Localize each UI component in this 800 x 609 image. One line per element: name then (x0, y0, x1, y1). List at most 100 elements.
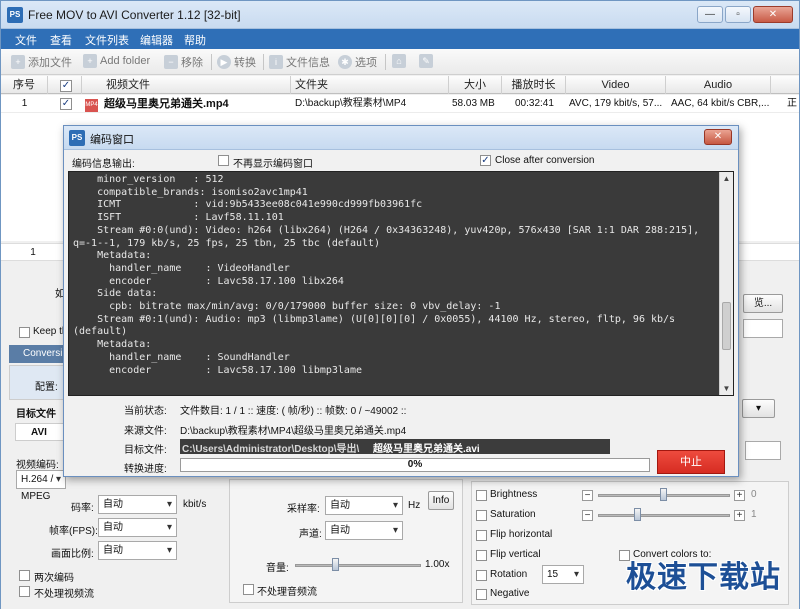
saturation-handle[interactable] (634, 508, 641, 521)
table-row[interactable]: 1 ✓ MP4 超级马里奥兄弟通关.mp4 D:\backup\教程素材\MP4… (1, 95, 799, 113)
column-video-file[interactable]: 视频文件 (82, 76, 291, 94)
brightness-handle[interactable] (660, 488, 667, 501)
aspect-select[interactable]: 自动 (98, 541, 177, 560)
saturation-plus[interactable]: + (734, 510, 745, 521)
close-after-label: Close after conversion (495, 155, 595, 166)
menu-file[interactable]: 文件 (15, 32, 37, 48)
bitrate-unit: kbit/s (183, 499, 207, 510)
bitrate-select[interactable]: 自动 (98, 495, 177, 514)
brightness-label: Brightness (490, 489, 538, 500)
saturation-checkbox[interactable] (476, 510, 487, 521)
remove-button[interactable]: − 移除 (164, 54, 203, 70)
two-pass-checkbox[interactable] (19, 570, 30, 581)
avi-tab[interactable]: AVI (15, 423, 65, 441)
no-audio-checkbox[interactable] (243, 584, 254, 595)
add-folder-button[interactable]: + Add folder (83, 54, 150, 68)
brightness-checkbox[interactable] (476, 490, 487, 501)
brightness-plus[interactable]: + (734, 490, 745, 501)
browse-button[interactable]: 览... (743, 294, 783, 313)
scrollbar-thumb[interactable] (722, 302, 731, 350)
encoding-console[interactable]: minor_version : 512 compatible_brands: i… (68, 171, 734, 396)
row-checkbox[interactable]: ✓ (60, 95, 72, 113)
no-video-checkbox[interactable] (19, 586, 30, 597)
menu-bar: 文件 查看 文件列表 编辑器 帮助 (1, 29, 799, 49)
close-button[interactable]: ✕ (753, 6, 793, 23)
rotation-select[interactable]: 15 (542, 565, 584, 584)
side-field[interactable] (745, 441, 781, 460)
convert-button[interactable]: ▶ 转换 (217, 54, 256, 70)
scroll-down-icon[interactable]: ▼ (720, 382, 733, 395)
column-audio[interactable]: Audio (666, 76, 771, 94)
fps-select[interactable]: 自动 (98, 518, 177, 537)
negative-label: Negative (490, 588, 530, 599)
column-index[interactable]: 序号 (1, 76, 48, 94)
saturation-label: Saturation (490, 509, 536, 520)
output-field[interactable] (743, 319, 783, 338)
scroll-up-icon[interactable]: ▲ (720, 172, 733, 185)
conversion-tab[interactable]: Conversi (9, 345, 69, 363)
dialog-close-button[interactable]: ✕ (704, 129, 732, 145)
toolbar: + 添加文件 + Add folder − 移除 ▶ 转换 i 文件信息 ✱ 选项 ⌂ ✎ (1, 49, 799, 75)
brightness-minus[interactable]: − (582, 490, 593, 501)
no-video-label: 不处理视频流 (34, 589, 94, 600)
row-extra: 正 (787, 98, 797, 109)
maximize-button[interactable]: ▫ (725, 6, 751, 23)
video-codec-select[interactable]: H.264 / MPEG (16, 470, 66, 502)
menu-view[interactable]: 查看 (50, 32, 72, 48)
flip-horizontal-checkbox[interactable] (476, 530, 487, 541)
channels-select[interactable]: 自动 (325, 521, 403, 540)
menu-editor[interactable]: 编辑器 (140, 32, 173, 48)
rotation-checkbox[interactable] (476, 570, 487, 581)
menu-help[interactable]: 帮助 (184, 32, 206, 48)
options-button[interactable]: ✱ 选项 (338, 54, 377, 70)
column-video[interactable]: Video (566, 76, 666, 94)
column-duration[interactable]: 播放时长 (502, 76, 566, 94)
add-file-button[interactable]: + 添加文件 (11, 54, 72, 70)
source-value: D:\backup\教程素材\MP4\超级马里奥兄弟通关.mp4 (180, 426, 407, 437)
menu-file-list[interactable]: 文件列表 (85, 32, 129, 48)
hide-window-checkbox[interactable] (218, 155, 229, 166)
dialog-options-row: 编码信息输出: 不再显示编码窗口 ✓ Close after conversio… (64, 151, 738, 171)
flip-vertical-checkbox[interactable] (476, 550, 487, 561)
encoding-dialog: PS 编码窗口 ✕ 编码信息输出: 不再显示编码窗口 ✓ Close after… (63, 125, 739, 477)
video-file-icon: MP4 (85, 95, 99, 113)
select-all-checkbox[interactable]: ✓ (60, 80, 72, 92)
volume-slider-handle[interactable] (332, 558, 339, 571)
file-info-button[interactable]: i 文件信息 (269, 54, 330, 70)
rotation-label: Rotation (490, 569, 528, 580)
keep-checkbox[interactable] (19, 327, 30, 338)
stop-button[interactable]: 中止 (657, 450, 725, 474)
info-button[interactable]: Info (428, 491, 454, 510)
console-scrollbar[interactable]: ▲ ▼ (719, 172, 733, 395)
column-check[interactable]: ✓ (48, 76, 82, 94)
target-label: 目标文件 (16, 409, 56, 420)
minimize-button[interactable]: — (697, 6, 723, 23)
source-label: 来源文件: (124, 426, 167, 437)
column-size[interactable]: 大小 (449, 76, 502, 94)
config-dropdown[interactable]: ▾ (742, 399, 775, 418)
two-pass-label: 两次编码 (34, 573, 74, 584)
fps-label: 帧率(FPS): (49, 526, 98, 537)
saturation-minus[interactable]: − (582, 510, 593, 521)
status-label: 当前状态: (124, 406, 167, 417)
column-folder[interactable]: 文件夹 (291, 76, 449, 94)
info-icon: i (269, 55, 283, 69)
no-audio-label: 不处理音频流 (257, 587, 317, 598)
close-after-checkbox[interactable]: ✓ (480, 155, 491, 166)
samplerate-unit: Hz (408, 500, 421, 511)
dialog-app-icon: PS (69, 130, 85, 146)
dialog-title-bar: PS 编码窗口 ✕ (64, 126, 738, 150)
pin-button[interactable]: ✎ (419, 54, 433, 68)
progress-label: 转换进度: (124, 464, 167, 475)
saturation-slider[interactable] (598, 514, 730, 517)
file-table-header: 序号 ✓ 视频文件 文件夹 大小 播放时长 Video Audio (1, 76, 799, 94)
negative-checkbox[interactable] (476, 589, 487, 600)
volume-slider[interactable] (295, 564, 421, 567)
channels-label: 声道: (299, 529, 322, 540)
pin-icon: ✎ (419, 54, 433, 68)
remove-icon: − (164, 55, 178, 69)
title-bar: PS Free MOV to AVI Converter 1.12 [32-bi… (1, 1, 799, 29)
config-label: 配置: (35, 382, 58, 393)
samplerate-select[interactable]: 自动 (325, 496, 403, 515)
home-button[interactable]: ⌂ (392, 54, 406, 68)
